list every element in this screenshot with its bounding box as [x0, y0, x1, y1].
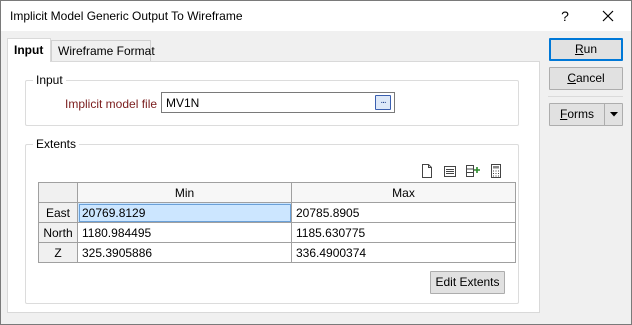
- run-button[interactable]: Run: [549, 38, 623, 61]
- column-header-min[interactable]: Min: [77, 182, 292, 203]
- chevron-down-icon[interactable]: [604, 104, 622, 125]
- table-row: East 20769.8129 20785.8905: [38, 202, 516, 223]
- forms-button[interactable]: Forms: [549, 103, 623, 126]
- cell-z-max[interactable]: 336.4900374: [291, 242, 516, 263]
- input-group-label: Input: [33, 73, 66, 87]
- cell-z-min[interactable]: 325.3905886: [77, 242, 292, 263]
- window-title: Implicit Model Generic Output To Wirefra…: [10, 9, 243, 23]
- row-header-north[interactable]: North: [38, 222, 78, 243]
- run-label: un: [583, 42, 598, 56]
- table-header-row: Min Max: [38, 182, 516, 203]
- list-icon[interactable]: [442, 163, 458, 179]
- browse-icon[interactable]: ...: [375, 95, 391, 110]
- column-header-max[interactable]: Max: [291, 182, 516, 203]
- dialog-window: Implicit Model Generic Output To Wirefra…: [0, 0, 632, 325]
- row-header-east[interactable]: East: [38, 202, 78, 223]
- cell-north-max[interactable]: 1185.630775: [291, 222, 516, 243]
- extents-group-label: Extents: [33, 137, 80, 151]
- calculator-icon[interactable]: [488, 163, 504, 179]
- cancel-mnemonic: C: [567, 71, 576, 85]
- run-mnemonic: R: [574, 42, 584, 56]
- cell-east-min[interactable]: 20769.8129: [77, 202, 292, 223]
- tab-wireframe-format[interactable]: Wireframe Format: [51, 40, 155, 61]
- cell-east-max[interactable]: 20785.8905: [291, 202, 516, 223]
- table-row: North 1180.984495 1185.630775: [38, 222, 516, 243]
- implicit-model-file-input[interactable]: [161, 92, 395, 113]
- close-icon[interactable]: [597, 5, 619, 27]
- row-header-z[interactable]: Z: [38, 242, 78, 263]
- extents-table: Min Max East 20769.8129 20785.8905 North…: [38, 182, 516, 263]
- tab-input[interactable]: Input: [7, 38, 51, 62]
- button-separator: [548, 96, 623, 97]
- title-bar: Implicit Model Generic Output To Wirefra…: [1, 1, 631, 32]
- table-corner: [38, 182, 78, 203]
- edit-extents-button[interactable]: Edit Extents: [430, 271, 505, 294]
- cell-north-min[interactable]: 1180.984495: [77, 222, 292, 243]
- new-document-icon[interactable]: [419, 163, 435, 179]
- table-row: Z 325.3905886 336.4900374: [38, 242, 516, 263]
- implicit-model-file-label: Implicit model file: [65, 97, 158, 111]
- help-icon[interactable]: ?: [555, 5, 575, 27]
- insert-row-icon[interactable]: [465, 163, 481, 179]
- forms-label: orms: [567, 107, 594, 121]
- cancel-button[interactable]: Cancel: [549, 67, 623, 90]
- cancel-label: ancel: [575, 71, 605, 85]
